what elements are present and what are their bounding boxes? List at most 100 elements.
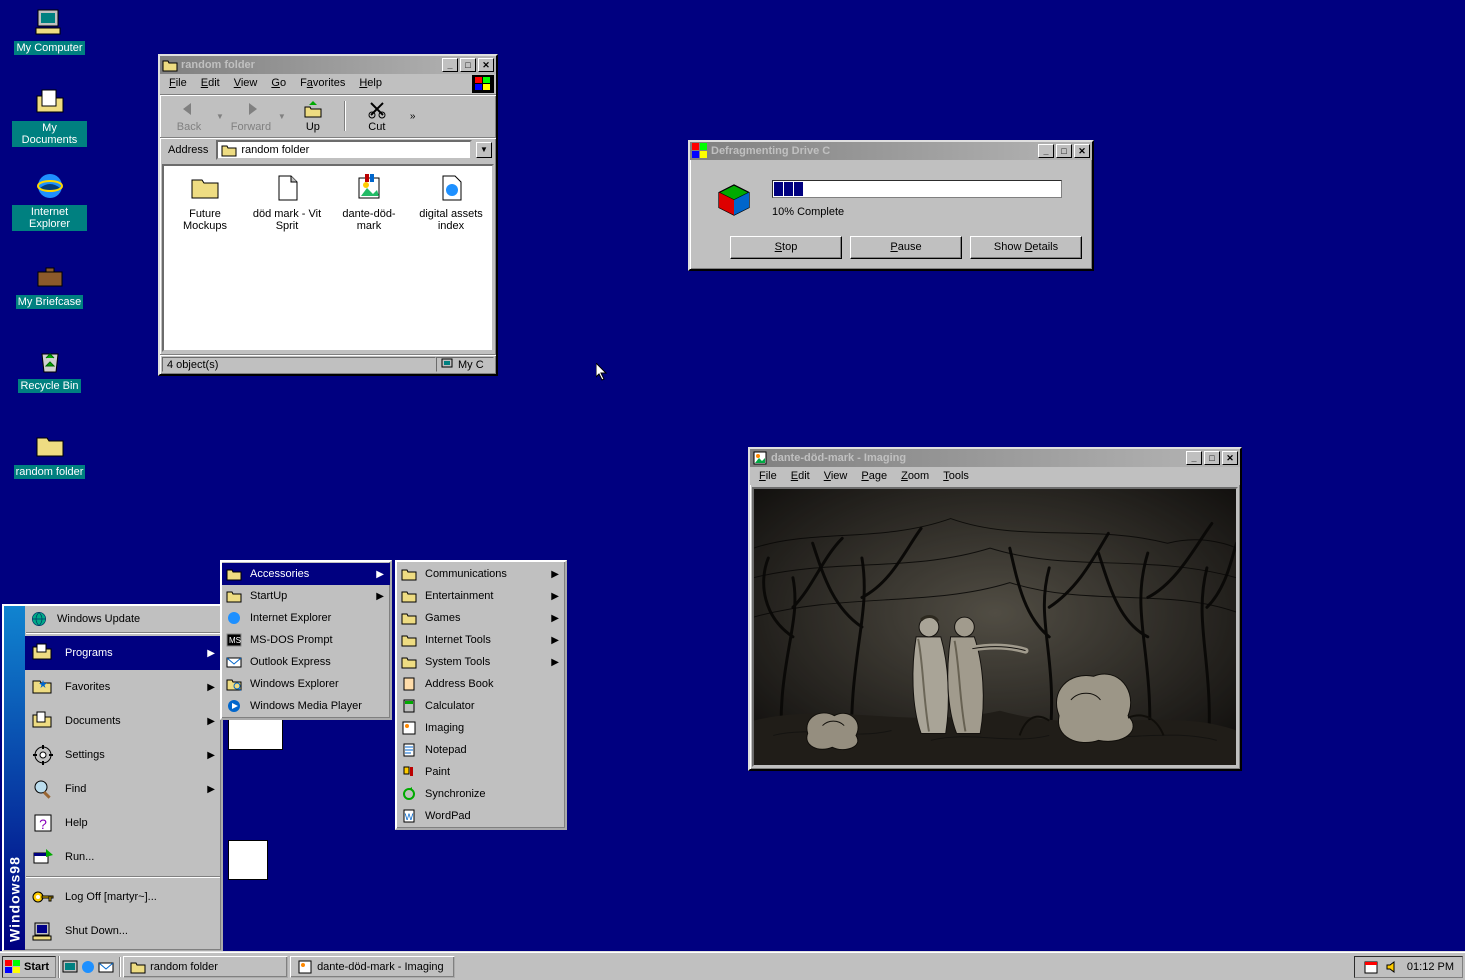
menu-zoom[interactable]: Zoom bbox=[894, 468, 936, 484]
desktop-icon-random-folder[interactable]: random folder bbox=[12, 430, 87, 479]
address-field[interactable]: random folder bbox=[216, 140, 472, 160]
sub-item-startup[interactable]: StartUp ▶ bbox=[222, 585, 390, 607]
back-button[interactable]: Back bbox=[162, 97, 216, 135]
sub-item-msdos[interactable]: MS MS-DOS Prompt bbox=[222, 629, 390, 651]
start-item-programs[interactable]: Programs ▶ bbox=[25, 636, 221, 670]
sub-item-ie[interactable]: Internet Explorer bbox=[222, 607, 390, 629]
sub-item-imaging[interactable]: Imaging bbox=[397, 717, 565, 739]
maximize-button[interactable]: □ bbox=[1056, 144, 1072, 158]
file-item[interactable]: Future Mockups bbox=[170, 172, 240, 232]
start-item-favorites[interactable]: Favorites ▶ bbox=[25, 670, 221, 704]
sub-item-label: System Tools bbox=[425, 656, 490, 668]
minimize-button[interactable]: _ bbox=[1038, 144, 1054, 158]
start-item-windows-update[interactable]: Windows Update bbox=[25, 608, 221, 630]
recycle-bin-icon bbox=[34, 344, 66, 376]
submenu-arrow-icon: ▶ bbox=[207, 750, 215, 761]
sub-item-label: Internet Tools bbox=[425, 634, 491, 646]
address-value: random folder bbox=[241, 144, 309, 156]
menu-view[interactable]: View bbox=[227, 75, 265, 93]
sub-item-internet-tools[interactable]: Internet Tools▶ bbox=[397, 629, 565, 651]
cut-button[interactable]: Cut bbox=[350, 97, 404, 135]
start-item-settings[interactable]: Settings ▶ bbox=[25, 738, 221, 772]
ie-icon[interactable] bbox=[80, 959, 96, 975]
taskbar-task-random-folder[interactable]: random folder bbox=[123, 956, 288, 978]
sub-item-paint[interactable]: Paint bbox=[397, 761, 565, 783]
sub-item-label: WordPad bbox=[425, 810, 471, 822]
maximize-button[interactable]: □ bbox=[1204, 451, 1220, 465]
desktop-icon-briefcase[interactable]: My Briefcase bbox=[12, 260, 87, 309]
defrag-titlebar[interactable]: Defragmenting Drive C _ □ ✕ bbox=[690, 142, 1092, 160]
toolbar-more-chevron[interactable]: » bbox=[404, 111, 422, 122]
show-details-button[interactable]: Show Details bbox=[970, 236, 1082, 259]
pause-button[interactable]: Pause bbox=[850, 236, 962, 259]
menu-tools[interactable]: Tools bbox=[936, 468, 976, 484]
sub-item-label: Games bbox=[425, 612, 460, 624]
start-menu-banner: Windows98 bbox=[4, 606, 25, 950]
start-item-logoff[interactable]: Log Off [martyr~]... bbox=[25, 880, 221, 914]
forward-button[interactable]: Forward bbox=[224, 97, 278, 135]
folder-icon bbox=[226, 588, 242, 604]
sub-item-explorer[interactable]: Windows Explorer bbox=[222, 673, 390, 695]
start-item-find[interactable]: Find ▶ bbox=[25, 772, 221, 806]
imaging-titlebar[interactable]: dante-död-mark - Imaging _ □ ✕ bbox=[750, 449, 1240, 467]
desktop-icon-label: My Computer bbox=[14, 41, 84, 55]
svg-text:?: ? bbox=[39, 816, 47, 832]
desktop-icon-recycle-bin[interactable]: Recycle Bin bbox=[12, 344, 87, 393]
sub-item-synchronize[interactable]: Synchronize bbox=[397, 783, 565, 805]
menu-file[interactable]: File bbox=[752, 468, 784, 484]
start-item-run[interactable]: Run... bbox=[25, 840, 221, 874]
menu-page[interactable]: Page bbox=[854, 468, 894, 484]
sub-item-communications[interactable]: Communications▶ bbox=[397, 563, 565, 585]
menu-help[interactable]: Help bbox=[352, 75, 389, 93]
outlook-icon[interactable] bbox=[98, 959, 114, 975]
start-button[interactable]: Start bbox=[2, 956, 56, 978]
menu-edit[interactable]: Edit bbox=[784, 468, 817, 484]
minimize-button[interactable]: _ bbox=[1186, 451, 1202, 465]
file-item[interactable]: digital assets index bbox=[416, 172, 486, 232]
stop-button[interactable]: Stop bbox=[730, 236, 842, 259]
sub-item-accessories[interactable]: Accessories ▶ bbox=[222, 563, 390, 585]
desktop-icon-my-computer[interactable]: My Computer bbox=[12, 6, 87, 55]
folder-docs-icon bbox=[34, 86, 66, 118]
sub-item-system-tools[interactable]: System Tools▶ bbox=[397, 651, 565, 673]
sub-item-calculator[interactable]: Calculator bbox=[397, 695, 565, 717]
explorer-titlebar[interactable]: random folder _ □ ✕ bbox=[160, 56, 496, 74]
sub-item-label: Communications bbox=[425, 568, 507, 580]
imaging-canvas[interactable] bbox=[752, 487, 1238, 767]
maximize-button[interactable]: □ bbox=[460, 58, 476, 72]
sub-item-entertainment[interactable]: Entertainment▶ bbox=[397, 585, 565, 607]
minimize-button[interactable]: _ bbox=[442, 58, 458, 72]
explorer-body[interactable]: Future Mockups död mark - Vit Sprit dant… bbox=[162, 164, 494, 352]
menu-go[interactable]: Go bbox=[264, 75, 293, 93]
volume-icon[interactable] bbox=[1385, 959, 1401, 975]
start-item-help[interactable]: ? Help bbox=[25, 806, 221, 840]
sub-item-games[interactable]: Games▶ bbox=[397, 607, 565, 629]
close-button[interactable]: ✕ bbox=[1222, 451, 1238, 465]
sub-item-notepad[interactable]: Notepad bbox=[397, 739, 565, 761]
menu-edit[interactable]: Edit bbox=[194, 75, 227, 93]
submenu-arrow-icon: ▶ bbox=[376, 569, 384, 580]
notepad-icon bbox=[401, 742, 417, 758]
up-button[interactable]: Up bbox=[286, 97, 340, 135]
sub-item-wmp[interactable]: Windows Media Player bbox=[222, 695, 390, 717]
clock[interactable]: 01:12 PM bbox=[1407, 961, 1454, 973]
show-desktop-icon[interactable] bbox=[62, 959, 78, 975]
file-item[interactable]: död mark - Vit Sprit bbox=[252, 172, 322, 232]
menu-favorites[interactable]: Favorites bbox=[293, 75, 352, 93]
start-item-shutdown[interactable]: Shut Down... bbox=[25, 914, 221, 948]
taskbar-task-imaging[interactable]: dante-död-mark - Imaging bbox=[290, 956, 455, 978]
close-button[interactable]: ✕ bbox=[478, 58, 494, 72]
file-item[interactable]: dante-död-mark bbox=[334, 172, 404, 232]
scheduler-icon[interactable] bbox=[1363, 959, 1379, 975]
start-item-documents[interactable]: Documents ▶ bbox=[25, 704, 221, 738]
close-button[interactable]: ✕ bbox=[1074, 144, 1090, 158]
sub-item-wordpad[interactable]: WWordPad bbox=[397, 805, 565, 827]
desktop-icon-my-documents[interactable]: My Documents bbox=[12, 86, 87, 147]
address-dropdown-button[interactable]: ▼ bbox=[476, 142, 492, 158]
start-item-label: Log Off [martyr~]... bbox=[65, 891, 157, 903]
menu-file[interactable]: File bbox=[162, 75, 194, 93]
sub-item-address-book[interactable]: Address Book bbox=[397, 673, 565, 695]
sub-item-outlook[interactable]: Outlook Express bbox=[222, 651, 390, 673]
menu-view[interactable]: View bbox=[817, 468, 855, 484]
desktop-icon-ie[interactable]: Internet Explorer bbox=[12, 170, 87, 231]
